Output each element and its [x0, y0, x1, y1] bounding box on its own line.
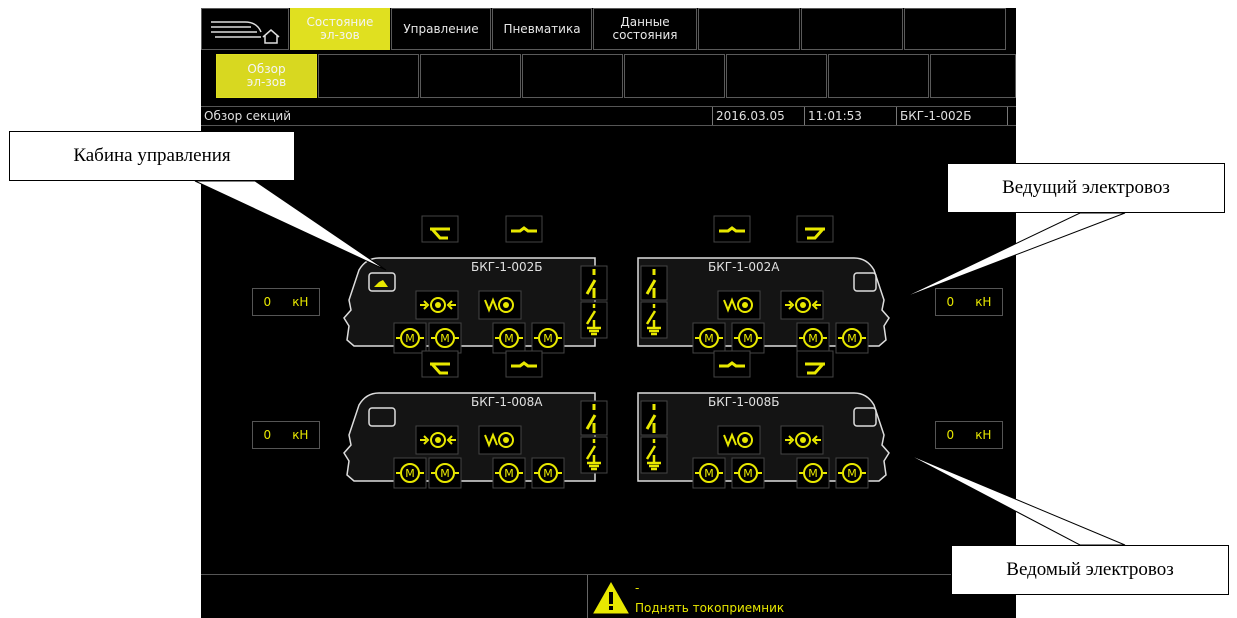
brake-icon [478, 425, 522, 455]
loco-diagram: M M M M M M M M M M M M M M M M [343, 215, 890, 489]
svg-text:M: M [440, 332, 450, 345]
pantograph-icon [421, 215, 459, 243]
motor-icon: M [393, 322, 427, 354]
motor-icon: M [835, 322, 869, 354]
coupler-icon [713, 350, 751, 378]
hmi-screen: Состояние эл-зов Управление Пневматика Д… [201, 8, 1016, 618]
section-label-bl: БКГ-1-008А [471, 395, 543, 409]
svg-text:M: M [847, 332, 857, 345]
disconnector-icon [580, 400, 608, 436]
section-label-tr: БКГ-1-002А [708, 260, 780, 274]
motor-icon: M [731, 322, 765, 354]
svg-text:M: M [543, 332, 553, 345]
svg-text:M: M [543, 467, 553, 480]
ground-switch-icon [580, 436, 608, 474]
svg-text:M: M [808, 467, 818, 480]
motor-icon: M [428, 457, 462, 489]
svg-text:M: M [704, 332, 714, 345]
motor-icon: M [428, 322, 462, 354]
motor-icon: M [835, 457, 869, 489]
motor-icon: M [531, 322, 565, 354]
brake-icon [780, 425, 824, 455]
warning-message: Поднять токоприемник [635, 601, 785, 615]
disconnector-icon [580, 265, 608, 301]
motor-icon: M [393, 457, 427, 489]
svg-text:M: M [808, 332, 818, 345]
coupler-icon [505, 215, 543, 243]
svg-text:M: M [440, 467, 450, 480]
pantograph-icon [421, 350, 459, 378]
brake-icon [415, 290, 459, 320]
coupler-icon [713, 215, 751, 243]
pantograph-icon [796, 215, 834, 243]
pantograph-icon [796, 350, 834, 378]
ground-switch-icon [640, 301, 668, 339]
motor-icon: M [796, 457, 830, 489]
svg-text:M: M [405, 332, 415, 345]
motor-icon: M [692, 322, 726, 354]
warning-icon [593, 581, 629, 614]
motor-icon: M [492, 457, 526, 489]
callout-lead-loco: Ведущий электровоз [947, 163, 1225, 213]
disconnector-icon [640, 265, 668, 301]
warning-code: - [635, 581, 640, 595]
svg-text:M: M [504, 467, 514, 480]
message-divider [587, 575, 588, 618]
svg-text:M: M [743, 332, 753, 345]
brake-icon [478, 290, 522, 320]
svg-text:M: M [704, 467, 714, 480]
svg-text:M: M [743, 467, 753, 480]
svg-text:M: M [504, 332, 514, 345]
brake-icon [415, 425, 459, 455]
brake-icon [717, 290, 761, 320]
motor-icon: M [731, 457, 765, 489]
callout-cab: Кабина управления [9, 131, 295, 181]
ground-switch-icon [640, 436, 668, 474]
coupler-icon [505, 350, 543, 378]
section-label-tl: БКГ-1-002Б [471, 260, 543, 274]
motor-icon: M [492, 322, 526, 354]
svg-text:M: M [405, 467, 415, 480]
callout-slave-loco: Ведомый электровоз [951, 545, 1229, 595]
ground-switch-icon [580, 301, 608, 339]
section-label-br: БКГ-1-008Б [708, 395, 780, 409]
motor-icon: M [796, 322, 830, 354]
disconnector-icon [640, 400, 668, 436]
motor-icon: M [531, 457, 565, 489]
svg-text:M: M [847, 467, 857, 480]
message-bar: - Поднять токоприемник [201, 574, 1016, 618]
brake-icon [717, 425, 761, 455]
brake-icon [780, 290, 824, 320]
motor-icon: M [692, 457, 726, 489]
